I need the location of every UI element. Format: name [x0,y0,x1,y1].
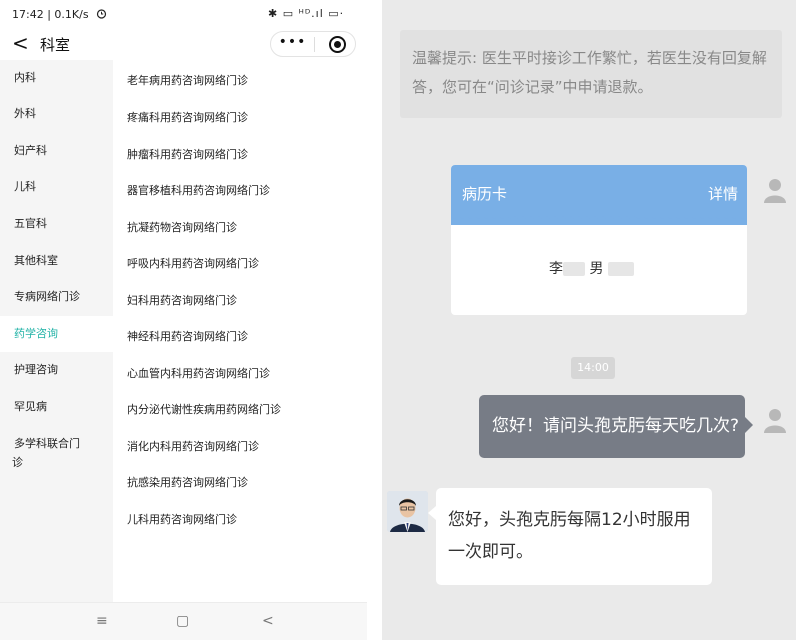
page-title: 科室 [40,36,71,54]
system-icons: ✱ ▭ ᴴᴰ.ıl ▭· [268,7,345,20]
back-nav-icon[interactable]: < [262,613,274,629]
department-sidebar: 内科 外科 妇产科 儿科 五官科 其他科室 专病网络门诊 药学咨询 护理咨询 罕… [0,60,113,602]
sidebar-item-rare-disease[interactable]: 罕见病 [0,390,113,426]
home-icon[interactable]: ▢ [176,613,189,629]
list-item[interactable]: 呼吸内科用药咨询网络门诊 [127,255,357,271]
refund-notice: 温馨提示: 医生平时接诊工作繁忙，若医生没有回复解答，您可在“问诊记录”中申请退… [400,30,782,118]
list-item[interactable]: 妇科用药咨询网络门诊 [127,292,357,308]
sidebar-item-obgyn[interactable]: 妇产科 [0,134,113,170]
list-item[interactable]: 内分泌代谢性疾病用药网络门诊 [127,401,357,417]
sidebar-item-other[interactable]: 其他科室 [0,244,113,280]
sidebar-item-nursing[interactable]: 护理咨询 [0,353,113,389]
system-nav-bar: ≡ ▢ < [0,602,367,640]
sidebar-item-surgery[interactable]: 外科 [0,97,113,133]
wave-edge [451,209,747,219]
more-button[interactable]: ••• [271,34,314,50]
list-item[interactable]: 疼痛科用药咨询网络门诊 [127,109,357,125]
chat-screen: 温馨提示: 医生平时接诊工作繁忙，若医生没有回复解答，您可在“问诊记录”中申请退… [382,0,796,640]
list-item[interactable]: 器官移植科用药咨询网络门诊 [127,182,357,198]
patient-name: 李 [549,261,563,277]
detail-link[interactable]: 详情 [708,183,738,204]
medical-record-card[interactable]: 病历卡 详情 李 男 [451,165,747,315]
department-screen: 17:42 | 0.1K/s ✱ ▭ ᴴᴰ.ıl ▭· < 科室 ••• 内科 … [0,0,367,640]
alarm-icon [96,9,107,19]
sidebar-item-internal[interactable]: 内科 [0,60,113,96]
sidebar-item-pharmacy[interactable]: 药学咨询 [0,316,113,352]
user-avatar-icon[interactable] [764,177,786,203]
capsule-divider [314,37,315,52]
doctor-portrait-icon [387,491,428,532]
patient-message[interactable]: 您好！请问头孢克肟每天吃几次? [479,395,753,458]
sidebar-item-ent[interactable]: 五官科 [0,207,113,243]
clinic-list: 老年病用药咨询网络门诊 疼痛科用药咨询网络门诊 肿瘤科用药咨询网络门诊 器官移植… [113,60,367,602]
sidebar-item-label-wrap: 诊 [12,456,23,469]
menu-icon[interactable]: ≡ [96,613,108,629]
sidebar-item-specialty-clinic[interactable]: 专病网络门诊 [0,280,113,316]
patient-gender: 男 [589,261,604,277]
list-item[interactable]: 老年病用药咨询网络门诊 [127,72,357,88]
doctor-message[interactable]: 您好，头孢克肟每隔12小时服用一次即可。 [428,488,712,585]
back-button[interactable]: < [12,31,29,55]
card-title: 病历卡 [462,185,508,203]
close-target-icon[interactable] [329,36,346,53]
sidebar-item-label: 多学科联合门 [14,437,80,450]
patient-info: 李 男 [549,258,634,278]
doctor-avatar[interactable] [387,491,428,532]
mini-program-capsule: ••• [270,31,356,57]
list-item[interactable]: 儿科用药咨询网络门诊 [127,511,357,527]
nav-bar: < 科室 ••• [0,28,367,60]
list-item[interactable]: 心血管内科用药咨询网络门诊 [127,365,357,381]
sidebar-item-pediatrics[interactable]: 儿科 [0,170,113,206]
list-item[interactable]: 抗凝药物咨询网络门诊 [127,219,357,235]
sidebar-item-multidisciplinary[interactable]: 多学科联合门 诊 [0,426,113,470]
status-time: 17:42 | 0.1K/s [12,8,89,21]
status-bar: 17:42 | 0.1K/s ✱ ▭ ᴴᴰ.ıl ▭· [0,0,367,28]
list-item[interactable]: 肿瘤科用药咨询网络门诊 [127,146,357,162]
redacted-name [563,262,585,276]
user-avatar-icon[interactable] [764,407,786,433]
list-item[interactable]: 神经科用药咨询网络门诊 [127,328,357,344]
redacted-age [607,262,634,276]
list-item[interactable]: 抗感染用药咨询网络门诊 [127,474,357,490]
message-timestamp: 14:00 [571,357,615,379]
list-item[interactable]: 消化内科用药咨询网络门诊 [127,438,357,454]
